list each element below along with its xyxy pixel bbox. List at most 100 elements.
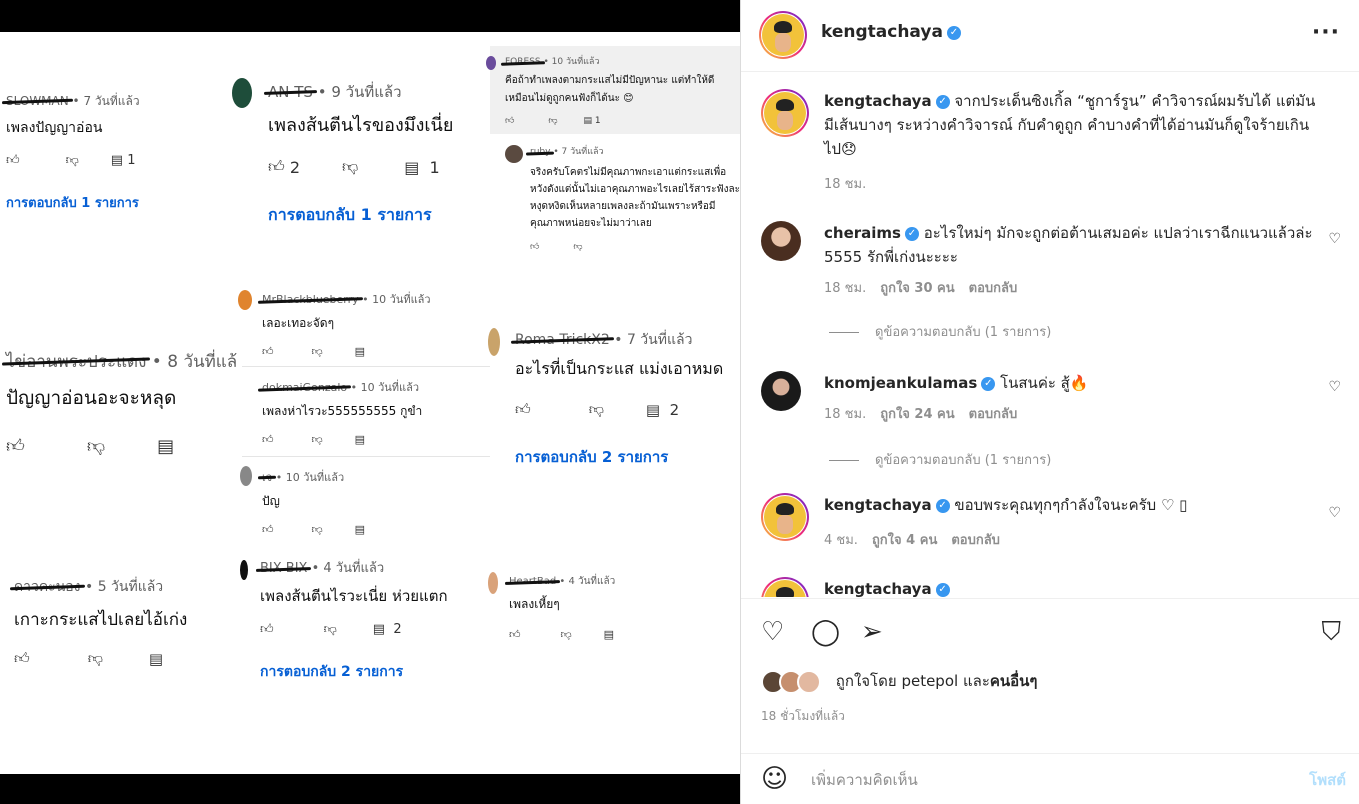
avatar[interactable] [761, 577, 809, 597]
thumbs-down-icon[interactable]: 👎︎ [87, 435, 105, 457]
reply-button[interactable]: ตอบกลับ [969, 281, 1018, 296]
username[interactable]: kengtachaya [824, 92, 932, 110]
thumbs-down-icon[interactable]: 👎︎ [589, 400, 604, 419]
view-replies-link[interactable]: การตอบกลับ 2 รายการ [515, 445, 723, 469]
avatar[interactable] [761, 493, 809, 541]
view-replies-link[interactable]: ดูข้อความตอบกลับ (1 รายการ) [829, 321, 1051, 342]
commenter-name: HeartBad [509, 576, 557, 587]
thumbs-down-icon[interactable]: 👎︎ [312, 345, 323, 358]
reply-icon[interactable]: ▤ [157, 436, 174, 457]
thumbs-up-icon[interactable]: 👍︎ [530, 242, 539, 252]
heart-icon[interactable]: ♡ [1328, 231, 1341, 247]
liked-by-prefix: ถูกใจโดย [835, 672, 897, 690]
comment-body: kengtachaya ✓ ขอบพระคุณทุกๆกำลังใจนะครับ … [824, 493, 1324, 517]
comment-text: เพลงห่าไรวะ555555555 กูขำ [262, 404, 423, 418]
heart-icon[interactable]: ♡ [1328, 379, 1341, 395]
comment-text: เพลงส้นตีนไรวะเนี่ย ห่วยแตก [260, 587, 448, 605]
comment-collage: SLOWMAN • 7 วันที่แล้ว เพลงปัญญาอ่อน 👍︎ … [0, 0, 740, 804]
comment-text: เหมือนไม่ดูถูกคนฟังก็ได้นะ 😊 [505, 93, 634, 104]
yt-comment: เจ • 10 วันที่แล้ว ปัญ 👍︎ 👎︎ ▤ [262, 468, 365, 536]
verified-badge-icon: ✓ [935, 94, 950, 109]
comment-text: จริงครับโคตรไม่มีคุณภาพกะเอาแต่กระแสเพื่… [530, 164, 740, 232]
thumbs-down-icon[interactable]: 👎︎ [561, 628, 572, 641]
reply-icon[interactable]: ▤ [149, 650, 163, 668]
comment-input[interactable] [811, 768, 1271, 792]
comment-text: ขอบพระคุณทุกๆกำลังใจนะครับ ♡ ▯ [954, 496, 1188, 514]
yt-comment: HeartBad • 4 วันที่แล้ว เพลงเหี้ยๆ 👍︎ 👎︎… [509, 576, 616, 641]
yt-comment: ดาวคะนอง • 5 วันที่แล้ว เกาะกระแสไปเลยไอ… [14, 576, 187, 668]
comment-text: อะไรที่เป็นกระแส แม่งเอาหมด [515, 359, 724, 378]
username[interactable]: kengtachaya [824, 580, 932, 597]
thumbs-down-icon[interactable]: 👎︎ [342, 157, 358, 177]
thumbs-down-icon[interactable]: 👎︎ [66, 153, 79, 168]
thumbs-down-icon[interactable]: 👎︎ [312, 433, 323, 446]
view-replies-link[interactable]: ดูข้อความตอบกลับ (1 รายการ) [829, 449, 1051, 470]
thumbs-down-icon[interactable]: 👎︎ [324, 622, 337, 637]
yt-comment: ไข่อานพระประแดง • 8 วันที่แล้ ปัญญาอ่อนอ… [6, 348, 237, 457]
reply-button[interactable]: ตอบกลับ [951, 533, 1000, 548]
comment: kengtachaya ✓ ขอบพระคุณทุกๆกำลังใจนะครับ … [761, 493, 1341, 573]
heart-icon[interactable]: ♡ [1328, 505, 1341, 521]
thumbs-up-icon[interactable]: 👍︎ 2 [268, 157, 300, 177]
avatar [240, 560, 248, 580]
comment-icon[interactable]: ◯ [811, 617, 840, 647]
thumbs-up-icon[interactable]: 👍︎ [262, 345, 274, 358]
username[interactable]: knomjeankulamas [824, 374, 977, 392]
avatar[interactable] [759, 11, 807, 59]
reply-button[interactable]: ตอบกลับ [969, 407, 1018, 422]
reply-icon[interactable]: ▤ [355, 345, 365, 358]
like-count[interactable]: ถูกใจ 4 คน [872, 533, 937, 548]
thumbs-up-icon[interactable]: 👍︎ [505, 116, 514, 126]
view-replies-link[interactable]: การตอบกลับ 1 รายการ [268, 203, 453, 228]
thumbs-down-icon[interactable]: 👎︎ [312, 523, 323, 536]
heart-icon[interactable]: ♡ [761, 617, 784, 647]
thumbs-up-icon[interactable]: 👍︎ [6, 153, 20, 168]
avatar[interactable] [761, 89, 809, 137]
comment-line: หวังดังแต่นั้นไม่เอาคุณภาพอะไรเลยไร้สาระ… [530, 184, 740, 195]
thumbs-up-icon[interactable]: 👍︎ [509, 628, 521, 641]
thumbs-up-icon[interactable]: 👍︎ [260, 622, 274, 637]
thumbs-down-icon[interactable]: 👎︎ [548, 116, 557, 126]
liked-by-others[interactable]: คนอื่นๆ [990, 672, 1038, 690]
thumbs-up-icon[interactable]: 👍︎ [262, 523, 274, 536]
reply-icon[interactable]: ▤ 2 [373, 622, 402, 637]
thumbs-down-icon[interactable]: 👎︎ [573, 242, 582, 252]
view-replies-link[interactable]: การตอบกลับ 1 รายการ [6, 192, 140, 213]
view-replies-link[interactable]: การตอบกลับ 2 รายการ [260, 661, 448, 683]
reply-icon[interactable]: ▤ [355, 523, 365, 536]
reply-icon[interactable]: ▤ 1 [111, 153, 136, 168]
thumbs-up-icon[interactable]: 👍︎ [262, 433, 274, 446]
comment: cheraims ✓ อะไรใหม่ๆ มักจะถูกต่อต้านเสมอค… [761, 221, 1341, 341]
username[interactable]: cheraims [824, 224, 901, 242]
post-button[interactable]: โพสต์ [1309, 768, 1346, 792]
thumbs-down-icon[interactable]: 👎︎ [88, 649, 103, 668]
commenter-name: BIX BIX [260, 561, 308, 576]
reply-icon[interactable]: ▤ 1 [404, 158, 439, 177]
post-time: 18 ชั่วโมงที่แล้ว [761, 709, 845, 723]
username[interactable]: kengtachaya [821, 22, 943, 42]
thumbs-up-icon[interactable]: 👍︎ [515, 400, 531, 419]
emoji-icon[interactable]: ☺ [761, 764, 788, 794]
comment-time: 4 วันที่แล้ว [323, 561, 385, 576]
bookmark-icon[interactable]: ⛉ [1321, 617, 1341, 647]
avatar[interactable] [761, 221, 801, 261]
comment-time: 4 ชม. [824, 533, 858, 548]
reply-icon[interactable]: ▤ 1 [584, 116, 601, 126]
more-horizontal-icon[interactable]: ··· [1312, 20, 1340, 45]
comment-text: เพลงปัญญาอ่อน [6, 120, 103, 136]
thumbs-up-icon[interactable]: 👍︎ [14, 649, 30, 668]
reply-icon[interactable]: ▤ [355, 433, 365, 446]
caption: kengtachaya ✓ จากประเด็นซิงเกิ้ล “ชูการ์ร… [761, 89, 1341, 199]
like-count[interactable]: ถูกใจ 30 คน [880, 281, 954, 296]
commenter-name: FORESS [505, 57, 541, 67]
reply-icon[interactable]: ▤ [604, 628, 614, 641]
liked-by-user[interactable]: petepol [901, 672, 958, 690]
avatar[interactable] [761, 371, 801, 411]
share-icon[interactable]: ➢ [861, 617, 883, 647]
like-count[interactable]: ถูกใจ 24 คน [880, 407, 954, 422]
thumbs-up-icon[interactable]: 👍︎ [6, 435, 25, 457]
reply-icon[interactable]: ▤ 2 [646, 401, 679, 419]
username[interactable]: kengtachaya [824, 496, 932, 514]
comment-body: knomjeankulamas ✓ โนสนค่ะ สู้🔥 [824, 371, 1324, 395]
commenter-name: SLOWMAN [6, 94, 69, 108]
